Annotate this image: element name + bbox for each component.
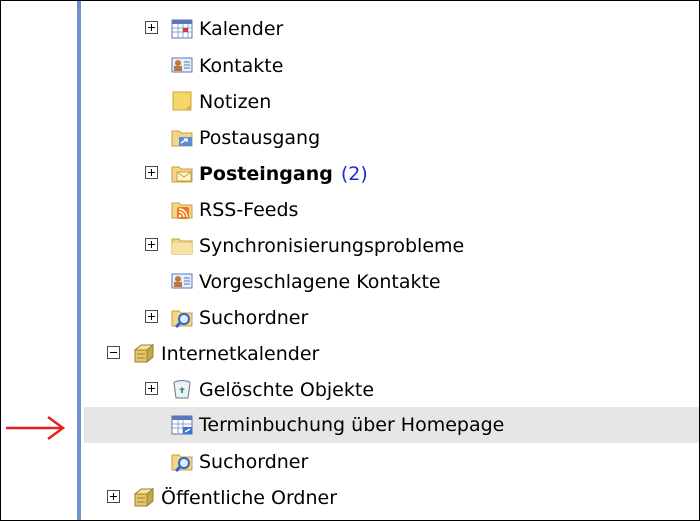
folder-label: Kontakte [199,55,284,77]
notes-icon [171,90,193,112]
shared-calendar-icon [171,413,193,435]
folder-row-posteingang[interactable]: Posteingang (2) [1,156,699,192]
unread-count: (2) [340,163,368,185]
folder-row-notizen[interactable]: Notizen [1,84,699,120]
folder-row-suchordner[interactable]: Suchordner [1,300,699,336]
calendar-icon [171,17,193,39]
folder-label: Postausgang [199,127,321,149]
search-folder-icon [171,450,193,473]
inbox-icon [171,162,193,184]
folder-label: RSS-Feeds [199,199,299,221]
folder-row-vorgeschlagene-kontakte[interactable]: Vorgeschlagene Kontakte [1,264,699,300]
contacts-icon [171,54,193,76]
expand-icon[interactable] [145,166,158,179]
search-folder-icon [171,306,193,329]
folder-label: Synchronisierungsprobleme [199,235,465,257]
folder-label: Suchordner [199,451,309,473]
folder-label: Gelöschte Objekte [199,379,375,401]
folder-label: Vorgeschlagene Kontakte [199,271,441,293]
folder-label: Öffentliche Ordner [161,487,338,509]
folder-label: Internetkalender [161,343,320,365]
mailbox-icon [132,342,155,364]
expand-icon[interactable] [145,310,158,323]
folder-icon [171,234,193,256]
red-arrow-annotation-icon [6,415,66,441]
folder-row-terminbuchung-selected[interactable]: Terminbuchung über Homepage [84,407,699,443]
folder-row-kontakte[interactable]: Kontakte [1,48,699,84]
folder-pane: Kalender Kontakte Notizen Postausgang Po… [0,0,700,521]
expand-icon[interactable] [107,490,120,503]
folder-row-geloeschte-objekte[interactable]: Gelöschte Objekte [1,372,699,408]
folder-row-rss-feeds[interactable]: RSS-Feeds [1,192,699,228]
mailbox-icon [132,486,155,508]
contacts-icon [171,270,193,292]
folder-row-suchordner-2[interactable]: Suchordner [1,444,699,480]
expand-icon[interactable] [145,238,158,251]
expand-icon[interactable] [145,382,158,395]
deleted-items-icon [171,378,193,400]
folder-row-synchronisierungsprobleme[interactable]: Synchronisierungsprobleme [1,228,699,264]
collapse-icon[interactable] [107,346,120,359]
folder-label: Terminbuchung über Homepage [199,414,505,436]
folder-row-oeffentliche-ordner[interactable]: Öffentliche Ordner [1,480,699,516]
outbox-icon [171,126,193,148]
folder-label: Kalender [199,18,284,40]
folder-label: Notizen [199,91,272,113]
folder-row-postausgang[interactable]: Postausgang [1,120,699,156]
folder-row-internetkalender[interactable]: Internetkalender [1,336,699,372]
folder-label: Suchordner [199,307,309,329]
folder-row-kalender[interactable]: Kalender [1,11,699,47]
rss-icon [171,198,193,220]
folder-label: Posteingang (2) [199,163,368,185]
expand-icon[interactable] [145,21,158,34]
